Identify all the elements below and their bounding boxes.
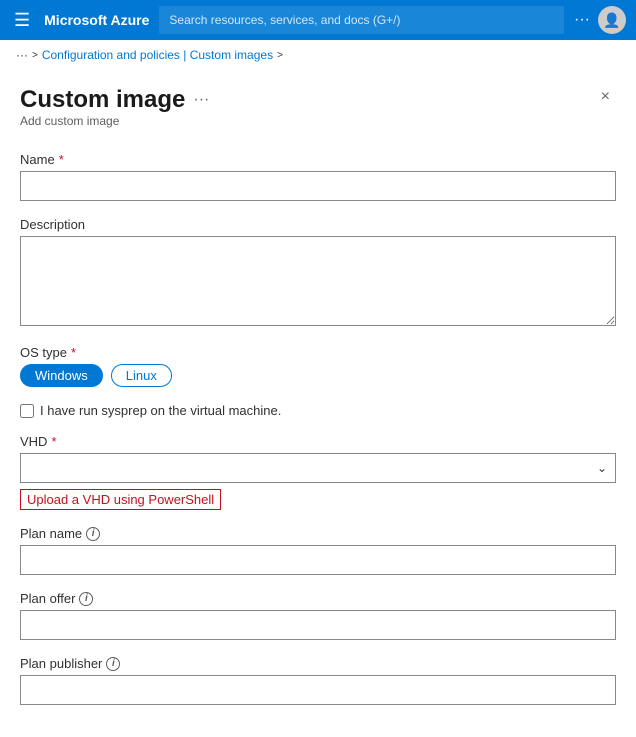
os-type-required-star: * xyxy=(71,345,76,360)
upload-vhd-link[interactable]: Upload a VHD using PowerShell xyxy=(20,489,221,510)
os-type-field: OS type * Windows Linux xyxy=(20,345,616,387)
close-button[interactable]: × xyxy=(595,86,616,108)
os-type-row: Windows Linux xyxy=(20,364,616,387)
plan-offer-field: Plan offer i xyxy=(20,591,616,640)
breadcrumb-sep1: > xyxy=(32,50,38,61)
name-required-star: * xyxy=(59,152,64,167)
plan-publisher-input[interactable] xyxy=(20,675,616,705)
breadcrumb-sep2: > xyxy=(277,50,283,61)
sysprep-checkbox[interactable] xyxy=(20,404,34,418)
page-header: Custom image ··· Add custom image × xyxy=(20,86,616,148)
sysprep-row: I have run sysprep on the virtual machin… xyxy=(20,403,616,418)
breadcrumb: ··· > Configuration and policies | Custo… xyxy=(0,40,636,70)
hamburger-icon[interactable]: ☰ xyxy=(10,6,34,35)
description-field: Description xyxy=(20,217,616,329)
description-textarea[interactable] xyxy=(20,236,616,326)
name-input[interactable] xyxy=(20,171,616,201)
plan-offer-input[interactable] xyxy=(20,610,616,640)
os-linux-button[interactable]: Linux xyxy=(111,364,172,387)
description-label: Description xyxy=(20,217,616,232)
os-windows-button[interactable]: Windows xyxy=(20,364,103,387)
vhd-label: VHD * xyxy=(20,434,616,449)
plan-name-info-icon[interactable]: i xyxy=(86,527,100,541)
more-icon[interactable]: ··· xyxy=(574,11,590,29)
chevron-down-icon: ⌄ xyxy=(597,461,607,475)
name-field: Name * xyxy=(20,152,616,201)
sysprep-label: I have run sysprep on the virtual machin… xyxy=(40,403,281,418)
breadcrumb-dots[interactable]: ··· xyxy=(16,48,28,62)
main-content: Custom image ··· Add custom image × Name… xyxy=(0,70,636,737)
azure-logo: Microsoft Azure xyxy=(44,12,149,28)
plan-publisher-label: Plan publisher i xyxy=(20,656,616,671)
page-menu-dots[interactable]: ··· xyxy=(193,91,209,109)
plan-name-label: Plan name i xyxy=(20,526,616,541)
plan-name-field: Plan name i xyxy=(20,526,616,575)
topbar: ☰ Microsoft Azure ··· 👤 xyxy=(0,0,636,40)
breadcrumb-link1[interactable]: Configuration and policies | Custom imag… xyxy=(42,48,273,62)
vhd-required-star: * xyxy=(51,434,56,449)
vhd-dropdown[interactable]: ⌄ xyxy=(20,453,616,483)
search-input[interactable] xyxy=(159,6,564,34)
avatar[interactable]: 👤 xyxy=(598,6,626,34)
page-title: Custom image xyxy=(20,86,185,114)
name-label: Name * xyxy=(20,152,616,167)
plan-offer-info-icon[interactable]: i xyxy=(79,592,93,606)
plan-offer-label: Plan offer i xyxy=(20,591,616,606)
vhd-field: VHD * ⌄ Upload a VHD using PowerShell xyxy=(20,434,616,510)
os-type-label: OS type * xyxy=(20,345,616,360)
topbar-actions: ··· 👤 xyxy=(574,6,626,34)
plan-name-input[interactable] xyxy=(20,545,616,575)
page-subtitle: Add custom image xyxy=(20,114,209,128)
plan-publisher-field: Plan publisher i xyxy=(20,656,616,705)
plan-publisher-info-icon[interactable]: i xyxy=(106,657,120,671)
